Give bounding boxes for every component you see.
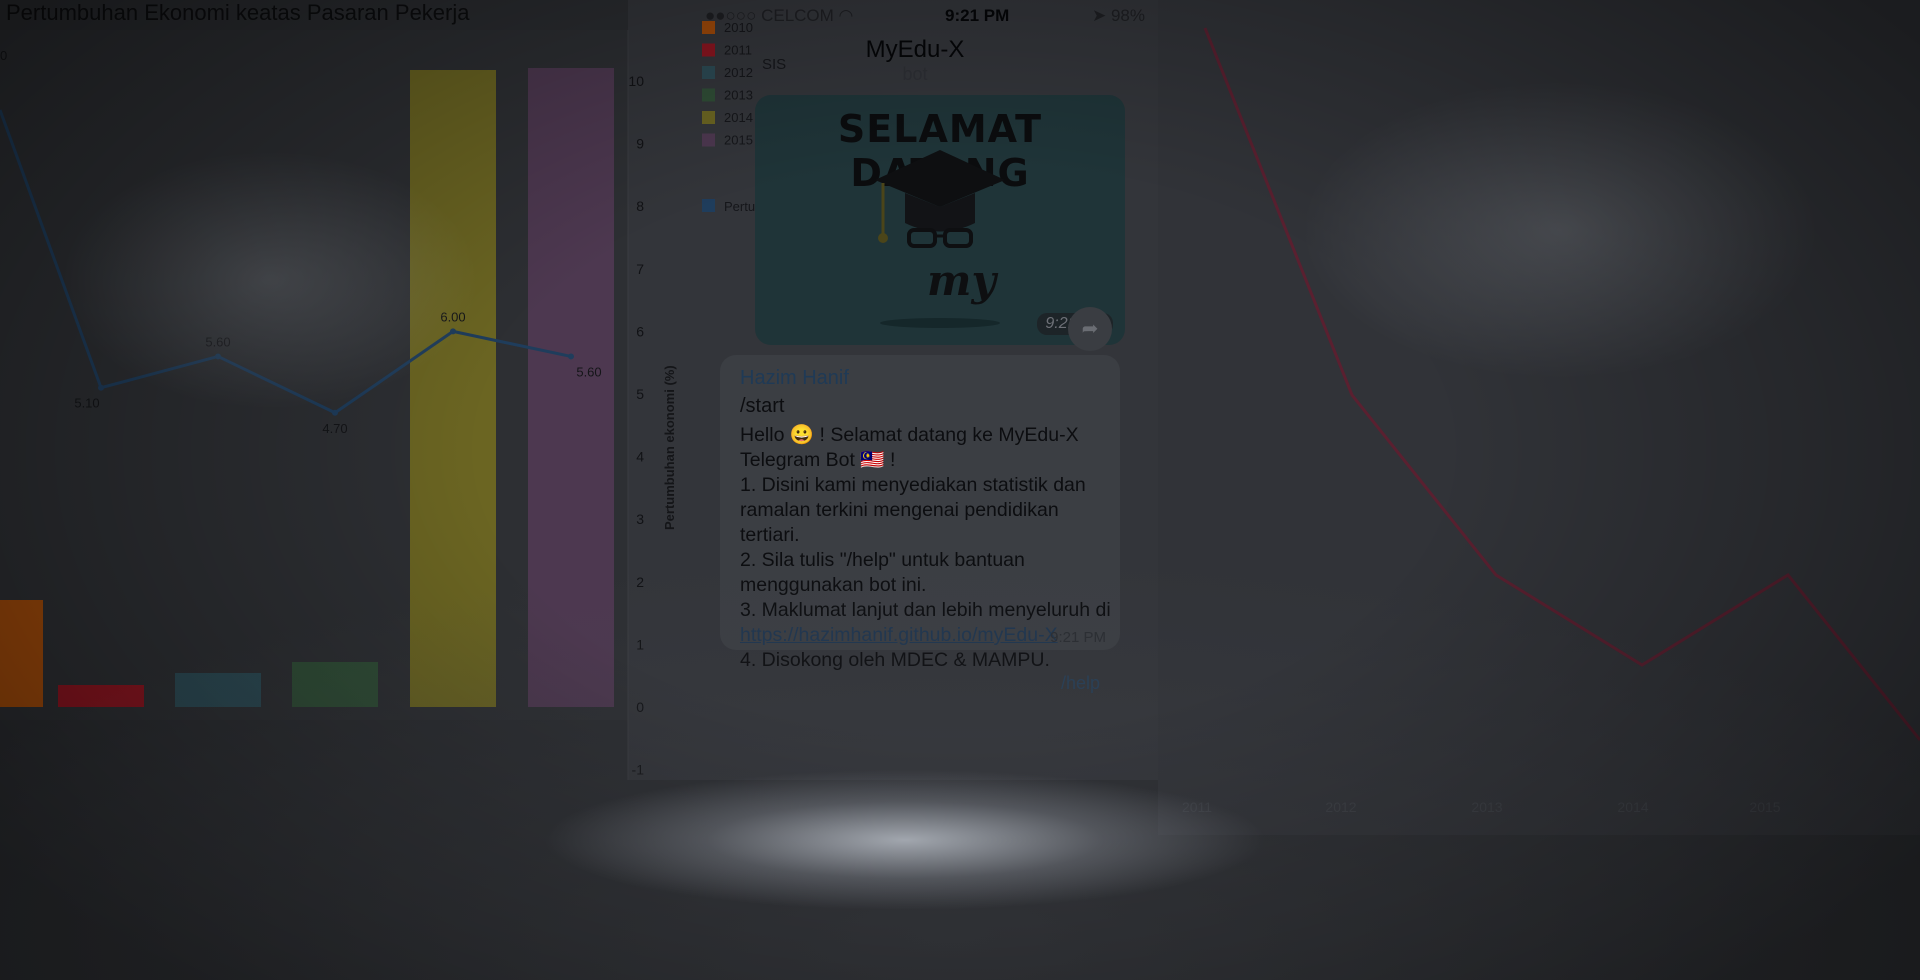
forward-icon[interactable]: ➦ (1068, 307, 1112, 351)
growth-point (450, 328, 456, 335)
data-label: 6.00 (440, 309, 465, 324)
y-tick-label: 6 (636, 323, 644, 339)
y-axis-title: Pertumbuhan ekonomi (%) (662, 365, 677, 530)
y-tick-label: -1 (632, 762, 645, 778)
screenshot-stage: Pertumbuhan Ekonomi keatas Pasaran Peker… (0, 0, 1920, 980)
bar-2010 (0, 600, 43, 707)
y-tick-label: 1 (636, 636, 644, 652)
chat-subtitle: bot (902, 64, 928, 84)
chat-title[interactable]: MyEdu-X (685, 36, 1145, 64)
message-line: menggunakan bot ini. (740, 574, 927, 596)
right-chart-panel (1158, 0, 1920, 835)
bar-2011 (58, 685, 144, 707)
right-x-tick: 2015 (1749, 799, 1780, 815)
growth-point (332, 409, 338, 416)
message-line: 1. Disini kami menyediakan statistik dan (740, 474, 1086, 496)
growth-point (98, 384, 104, 391)
y-tick-label: 10 (628, 73, 644, 89)
y-tick-label: 8 (636, 198, 644, 214)
svg-text:my: my (927, 256, 998, 305)
message-line: 3. Maklumat lanjut dan lebih menyeluruh … (740, 599, 1111, 621)
y-tick-label-partial: 0 (0, 48, 7, 63)
message-sender[interactable]: Hazim Hanif (740, 367, 849, 390)
message-command: /start (740, 395, 785, 417)
bar-2015 (528, 68, 614, 707)
message-line: ramalan terkini mengenai pendidikan tert… (740, 499, 1059, 546)
message-line: 4. Disokong oleh MDEC & MAMPU. (740, 649, 1050, 671)
data-label: 5.60 (205, 334, 230, 349)
y-tick-label: 3 (636, 511, 644, 527)
bar-2012 (175, 673, 261, 707)
bar-2013 (292, 662, 378, 707)
growth-point (568, 353, 574, 360)
growth-point (215, 353, 221, 360)
message-line: 2. Sila tulis "/help" untuk bantuan (740, 549, 1025, 571)
battery-label: ➤ 98% (1092, 6, 1145, 25)
welcome-photo[interactable]: SELAMAT DATANG my 9:21 PM (755, 95, 1125, 345)
data-label: 5.10 (74, 396, 99, 411)
carrier-label: ●●○○○ CELCOM ◠ (705, 6, 854, 25)
y-tick-label: 5 (636, 386, 644, 402)
message-timestamp: 9:21 PM (1050, 629, 1106, 646)
right-x-tick: 2011 (1182, 799, 1212, 815)
message-line: Hello 😀 ! Selamat datang ke MyEdu-X (740, 424, 1079, 446)
status-bar: ●●○○○ CELCOM ◠ 9:21 PM ➤ 98% (705, 6, 1145, 28)
data-label: 5.60 (576, 364, 601, 379)
message-bubble: Hazim Hanif /start Hello 😀 ! Selamat dat… (720, 355, 1120, 693)
wifi-icon: ◠ (838, 6, 854, 25)
bar-2014 (410, 70, 496, 707)
message-line: Telegram Bot 🇲🇾 ! (740, 449, 896, 471)
telegram-screen: ●●○○○ CELCOM ◠ 9:21 PM ➤ 98% MyEdu-X bot… (685, 0, 1145, 740)
y-tick-label: 9 (636, 136, 644, 152)
location-icon: ➤ (1092, 6, 1111, 25)
chart-title: Pertumbuhan Ekonomi keatas Pasaran Peker… (6, 0, 470, 25)
y-tick-label: 0 (636, 699, 644, 715)
right-x-tick: 2013 (1471, 799, 1502, 815)
signal-icon: ●●○○○ (705, 6, 762, 25)
status-time: 9:21 PM (945, 6, 1010, 25)
y-tick-label: 4 (636, 449, 644, 465)
help-command[interactable]: /help (1061, 673, 1100, 694)
right-x-tick: 2014 (1617, 799, 1648, 815)
right-x-tick: 2012 (1325, 799, 1356, 815)
graduation-cap-icon: my (875, 150, 1005, 328)
y-tick-label: 7 (636, 261, 644, 277)
y-tick-label: 2 (636, 574, 644, 590)
data-label: 4.70 (322, 421, 347, 436)
